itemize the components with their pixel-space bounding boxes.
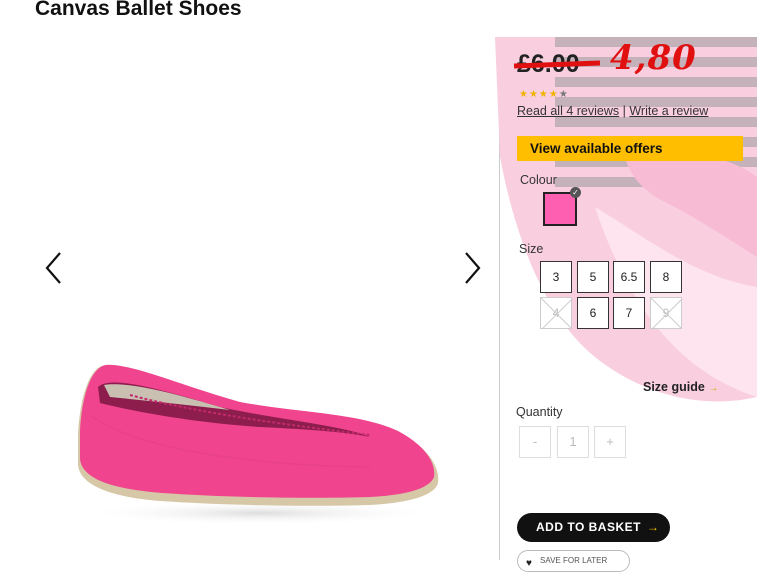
size-guide-label: Size guide (643, 380, 705, 394)
previous-image-button[interactable] (40, 250, 70, 286)
size-option[interactable]: 7 (613, 297, 645, 329)
selected-check-icon: ✓ (570, 187, 581, 198)
product-title: Canvas Ballet Shoes (35, 0, 242, 20)
half-star-icon: ★ (558, 89, 569, 100)
arrow-right-icon: → (646, 520, 660, 534)
size-option-unavailable: 9 (650, 297, 682, 329)
quantity-decrease-button[interactable]: - (519, 426, 551, 458)
reviews-links: Read all 4 reviews | Write a review (517, 104, 708, 118)
size-option[interactable]: 3 (540, 261, 572, 293)
size-option[interactable]: 6.5 (613, 261, 645, 293)
write-review-link[interactable]: Write a review (629, 104, 708, 118)
unavailable-cross-icon (541, 298, 571, 328)
size-option[interactable]: 8 (650, 261, 682, 293)
star-icons: ★★★★ (519, 89, 559, 100)
heart-icon: ♥ (526, 558, 532, 569)
size-label: Size (519, 242, 544, 256)
save-for-later-label: SAVE FOR LATER (540, 556, 608, 565)
unavailable-cross-icon (651, 298, 681, 328)
size-option-unavailable: 4 (540, 297, 572, 329)
colour-label: Colour (520, 173, 557, 187)
size-option[interactable]: 6 (577, 297, 609, 329)
size-option[interactable]: 5 (577, 261, 609, 293)
arrow-right-icon: → (708, 383, 719, 394)
quantity-increase-button[interactable]: + (594, 426, 626, 458)
quantity-label: Quantity (516, 405, 563, 419)
rating-stars: ★★★★★ (519, 89, 569, 100)
sale-price: 4,80 (610, 38, 697, 78)
quantity-input[interactable]: 1 (557, 426, 589, 458)
product-image (78, 364, 440, 525)
chevron-left-icon (45, 252, 61, 284)
next-image-button[interactable] (458, 250, 488, 286)
add-to-basket-label: ADD TO BASKET (536, 520, 641, 534)
chevron-right-icon (465, 252, 481, 284)
save-for-later-button[interactable]: ♥ SAVE FOR LATER (517, 550, 630, 572)
add-to-basket-button[interactable]: ADD TO BASKET → (517, 513, 670, 542)
read-reviews-link[interactable]: Read all 4 reviews (517, 104, 619, 118)
reviews-separator: | (622, 104, 626, 118)
size-guide-link[interactable]: Size guide → (643, 380, 718, 394)
view-offers-button[interactable]: View available offers (517, 136, 743, 161)
